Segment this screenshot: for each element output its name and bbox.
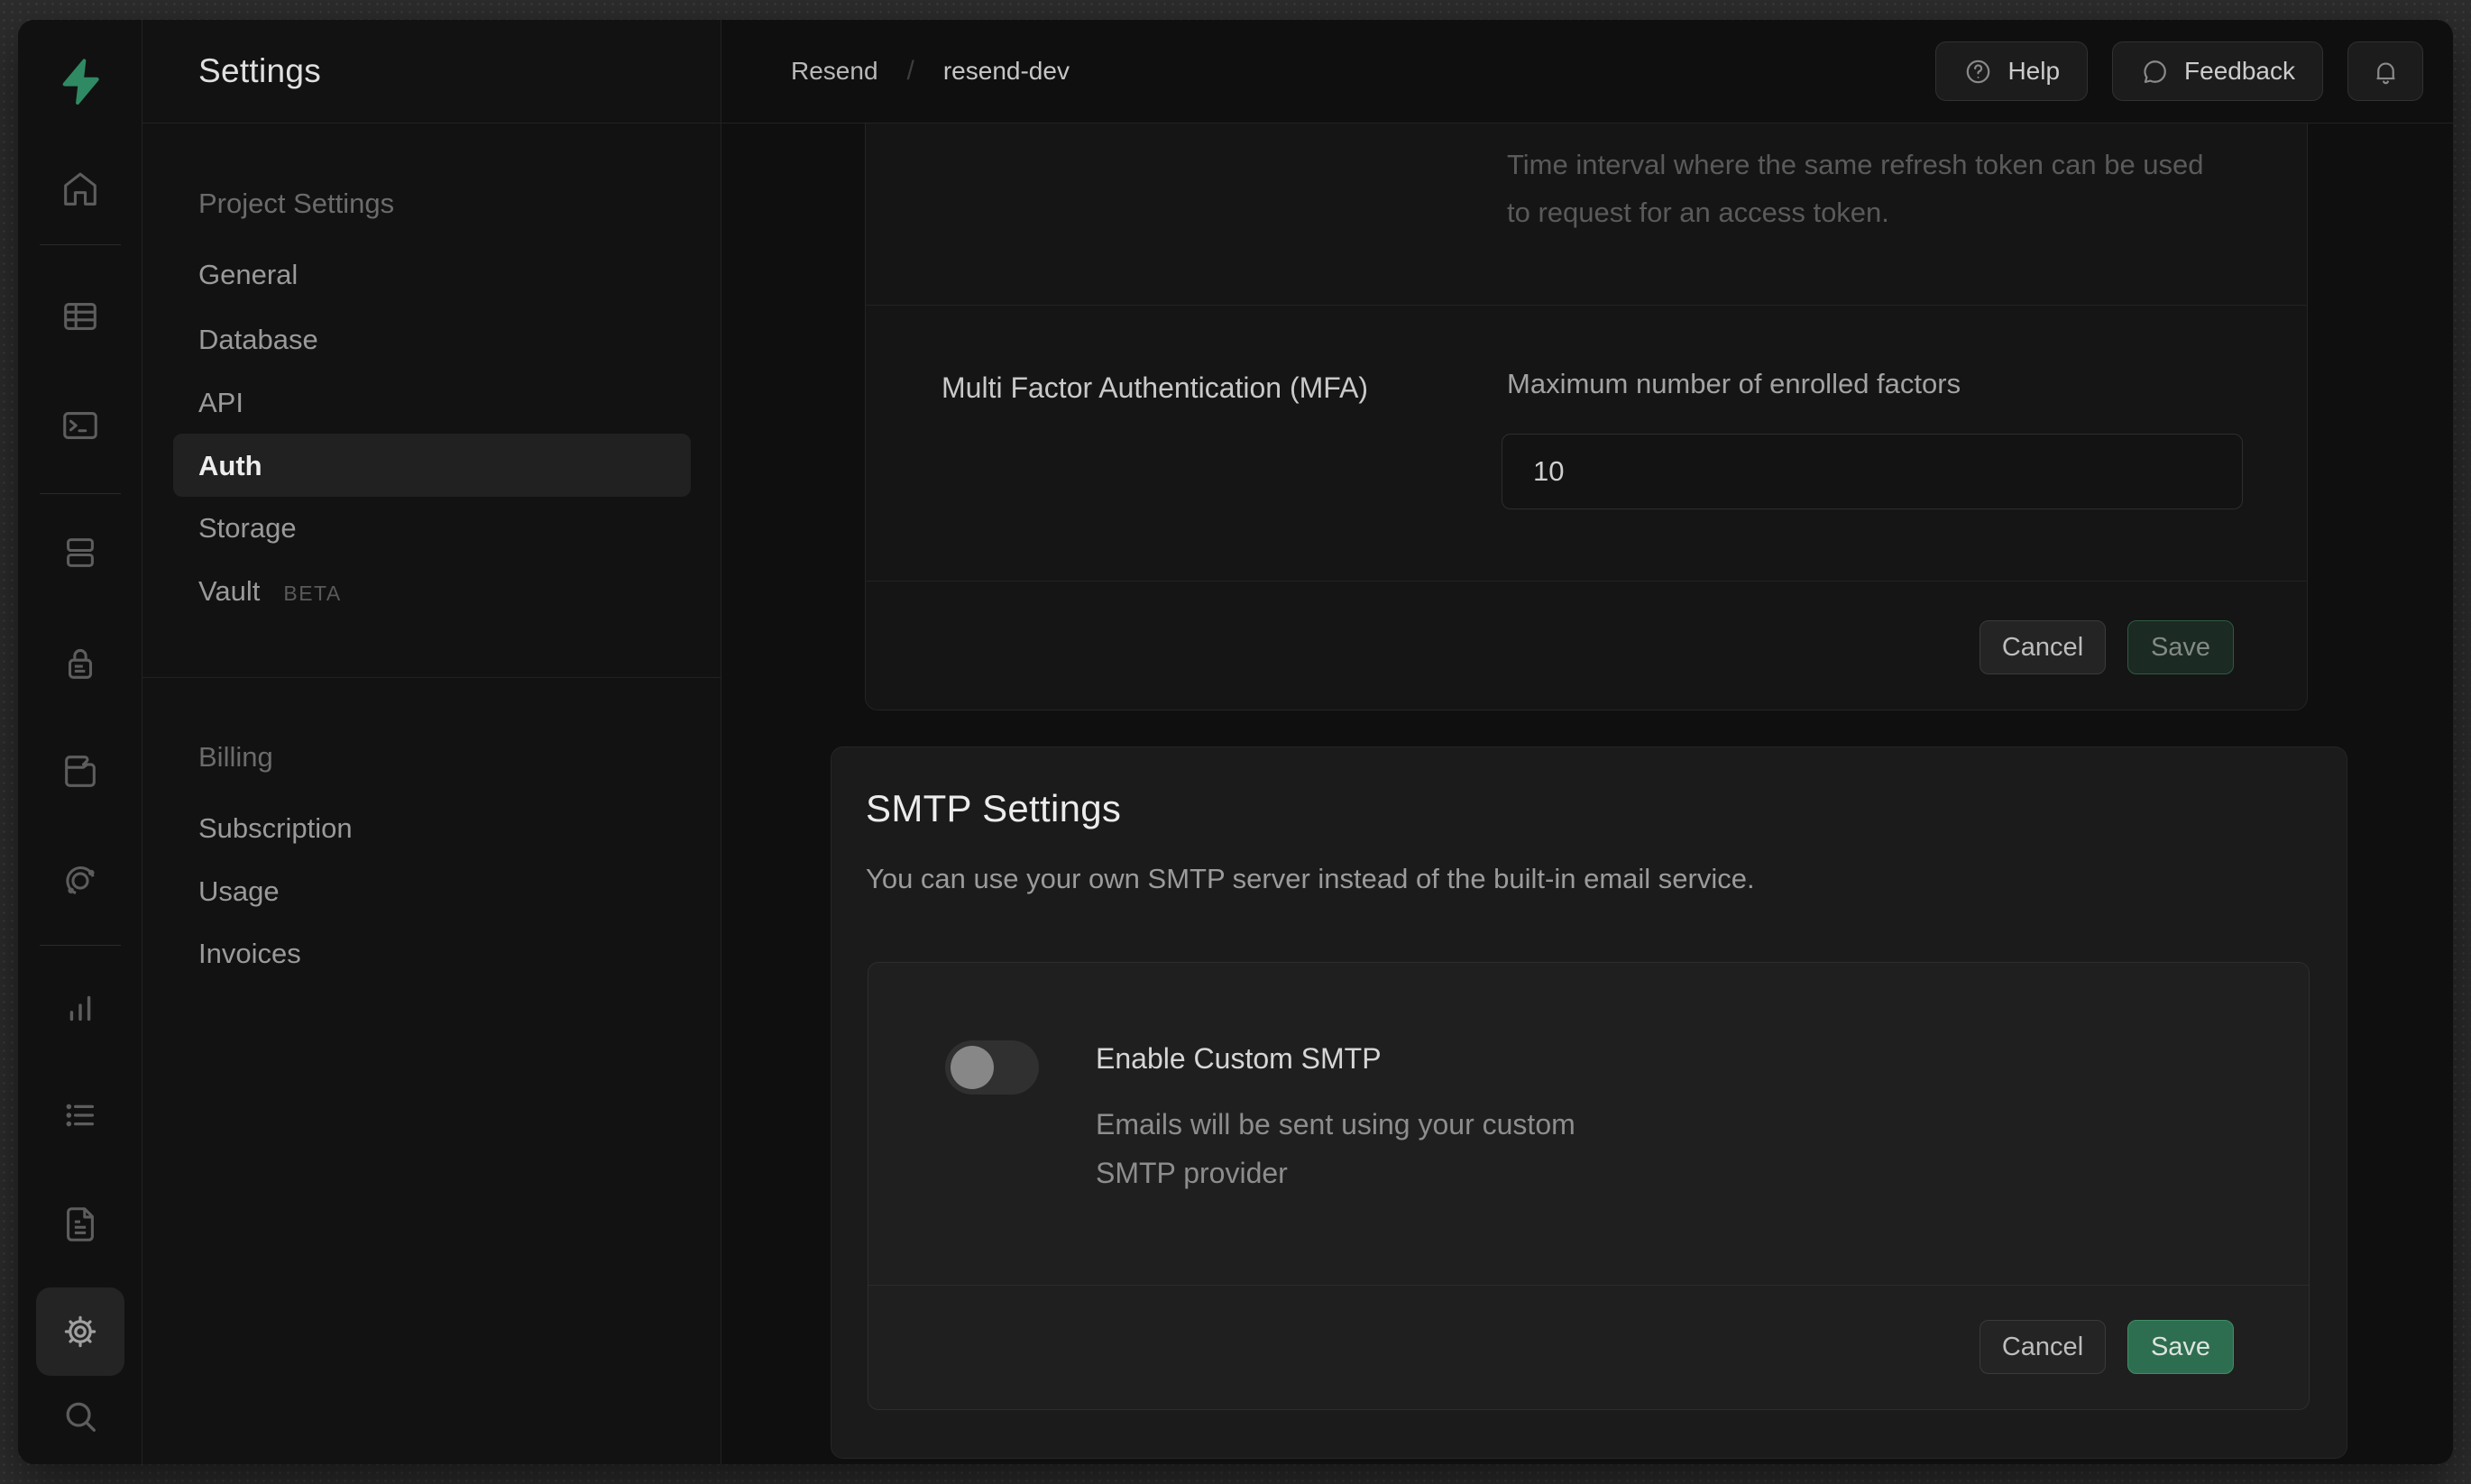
page-title: Settings <box>198 52 321 90</box>
beta-badge: BETA <box>283 582 341 605</box>
settings-nav-panel: Settings Project Settings General Databa… <box>142 20 721 1464</box>
edge-functions-icon[interactable] <box>60 860 101 902</box>
help-button-label: Help <box>2007 57 2060 86</box>
rail-divider <box>40 244 121 245</box>
nav-divider <box>142 677 721 678</box>
sql-editor-icon[interactable] <box>60 405 101 446</box>
settings-gear-icon[interactable] <box>36 1287 124 1376</box>
bell-icon <box>2371 57 2401 87</box>
card-row-divider <box>866 305 2307 306</box>
smtp-form-panel: Enable Custom SMTP Emails will be sent u… <box>868 962 2310 1410</box>
search-icon[interactable] <box>60 1396 101 1437</box>
smtp-card-subtitle: You can use your own SMTP server instead… <box>866 863 1755 895</box>
refresh-token-hint: Time interval where the same refresh tok… <box>1507 141 2228 236</box>
nav-item-database[interactable]: Database <box>198 324 318 356</box>
nav-item-general[interactable]: General <box>198 259 298 291</box>
nav-item-vault[interactable]: Vault BETA <box>198 575 342 608</box>
breadcrumb-project[interactable]: Resend <box>791 57 878 86</box>
enable-custom-smtp-label: Enable Custom SMTP <box>1096 1042 1382 1076</box>
smtp-save-button[interactable]: Save <box>2127 1320 2234 1374</box>
breadcrumb: Resend / resend-dev <box>791 56 1070 87</box>
nav-item-vault-label: Vault <box>198 575 260 607</box>
enable-custom-smtp-toggle[interactable] <box>945 1040 1039 1095</box>
storage-icon[interactable] <box>60 751 101 792</box>
rail-divider <box>40 945 121 946</box>
help-circle-icon <box>1963 57 1993 87</box>
database-icon[interactable] <box>60 532 101 573</box>
feedback-button-label: Feedback <box>2184 57 2295 86</box>
nav-item-storage-label: Storage <box>198 512 297 544</box>
nav-item-invoices[interactable]: Invoices <box>198 938 301 970</box>
nav-item-storage[interactable]: Storage <box>198 512 297 545</box>
supabase-logo-icon[interactable] <box>55 56 106 106</box>
home-icon[interactable] <box>60 169 101 210</box>
nav-item-usage[interactable]: Usage <box>198 875 280 908</box>
docs-icon[interactable] <box>60 1204 101 1245</box>
auth-save-button[interactable]: Save <box>2127 620 2234 674</box>
feedback-button[interactable]: Feedback <box>2112 41 2323 101</box>
header-actions: Help Feedback <box>1935 41 2423 101</box>
auth-settings-card: Time interval where the same refresh tok… <box>865 124 2308 710</box>
main-area: Resend / resend-dev Help Feedback <box>721 20 2453 1464</box>
nav-item-auth[interactable]: Auth <box>198 450 262 482</box>
smtp-settings-card: SMTP Settings You can use your own SMTP … <box>831 747 2347 1459</box>
auth-cancel-button[interactable]: Cancel <box>1980 620 2106 674</box>
nav-item-api[interactable]: API <box>198 387 243 419</box>
smtp-card-footer: Cancel Save <box>868 1320 2309 1374</box>
card-footer-divider <box>866 581 2307 582</box>
nav-section-project-settings: Project Settings <box>198 188 394 220</box>
settings-panel-header: Settings <box>142 20 721 124</box>
content-scroll-area[interactable]: Time interval where the same refresh tok… <box>721 124 2453 1464</box>
top-bar: Resend / resend-dev Help Feedback <box>721 20 2453 124</box>
mfa-field-label: Maximum number of enrolled factors <box>1507 368 1961 400</box>
smtp-footer-divider <box>868 1285 2309 1286</box>
sidebar-rail <box>18 20 142 1464</box>
logs-icon[interactable] <box>60 1095 101 1136</box>
toggle-knob <box>951 1046 994 1089</box>
rail-divider <box>40 493 121 494</box>
smtp-card-title: SMTP Settings <box>866 787 1121 830</box>
speech-bubble-icon <box>2140 57 2170 87</box>
smtp-cancel-button[interactable]: Cancel <box>1980 1320 2106 1374</box>
breadcrumb-separator: / <box>907 56 914 87</box>
mfa-section-label: Multi Factor Authentication (MFA) <box>942 371 1368 405</box>
app-window: Settings Project Settings General Databa… <box>18 20 2453 1464</box>
nav-item-subscription[interactable]: Subscription <box>198 812 353 845</box>
notifications-button[interactable] <box>2347 41 2423 101</box>
auth-lock-icon[interactable] <box>60 643 101 684</box>
max-enrolled-factors-input[interactable] <box>1502 434 2243 509</box>
enable-custom-smtp-description: Emails will be sent using your custom SM… <box>1096 1100 1655 1197</box>
reports-icon[interactable] <box>60 987 101 1029</box>
table-editor-icon[interactable] <box>60 296 101 337</box>
help-button[interactable]: Help <box>1935 41 2088 101</box>
breadcrumb-environment[interactable]: resend-dev <box>943 57 1070 86</box>
auth-card-footer: Cancel Save <box>866 620 2307 674</box>
nav-section-billing: Billing <box>198 741 273 774</box>
